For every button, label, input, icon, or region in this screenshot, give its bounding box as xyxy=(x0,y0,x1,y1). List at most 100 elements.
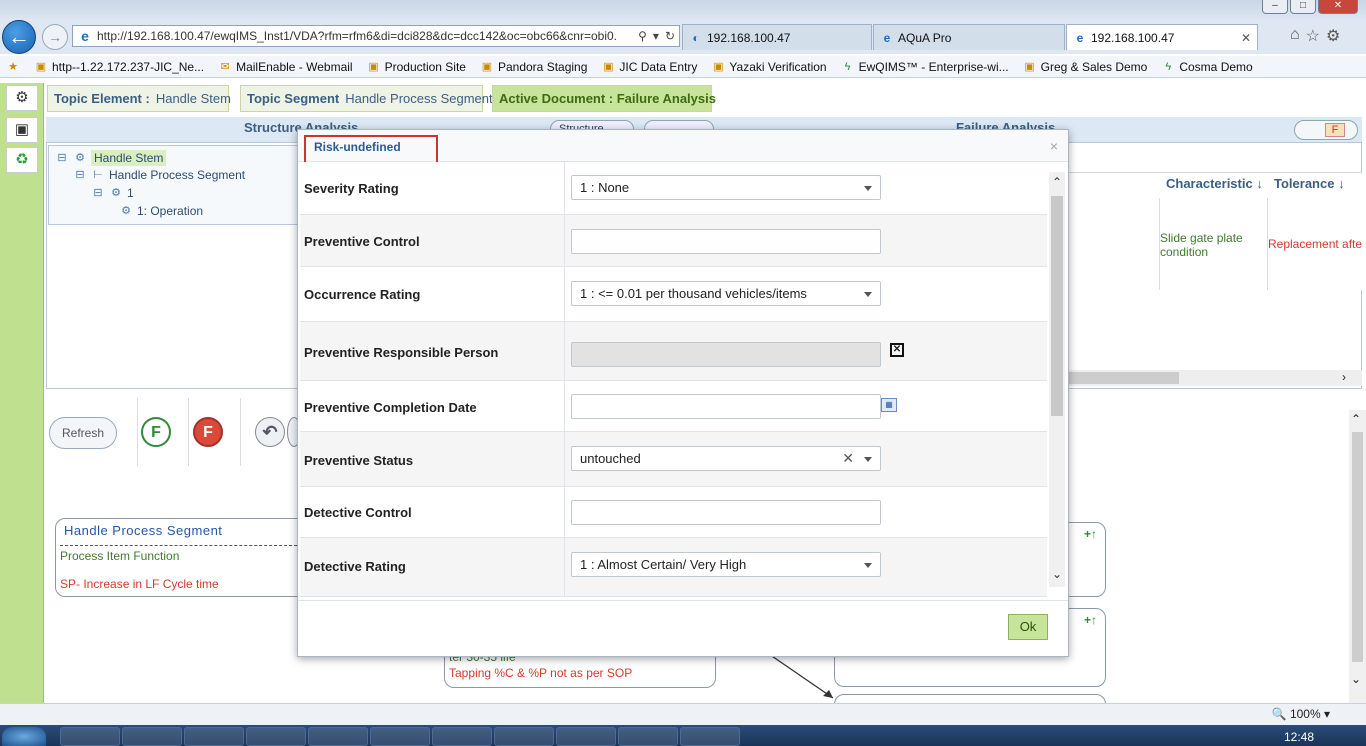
column-header-characteristic[interactable]: Characteristic ↓ xyxy=(1166,176,1263,191)
tools-gear-icon[interactable]: ⚙ xyxy=(1326,26,1340,46)
f-red-button[interactable]: F xyxy=(193,417,223,447)
scroll-up-icon[interactable]: ⌃ xyxy=(1351,412,1361,426)
start-button[interactable] xyxy=(2,727,46,746)
settings-gear-icon[interactable]: ⚙ xyxy=(6,85,38,111)
collapse-icon[interactable]: ⊟ xyxy=(55,151,69,165)
topic-element-label: Topic Element : xyxy=(54,91,150,106)
home-icon[interactable]: ⌂ xyxy=(1290,26,1300,46)
divider xyxy=(240,398,241,466)
monitor-icon[interactable]: ▣ xyxy=(6,117,38,143)
zoom-level[interactable]: 🔍 100% ▾ xyxy=(1272,707,1330,721)
favorite-link[interactable]: ▣ Pandora Staging xyxy=(480,60,588,74)
operation-icon: ⚙ xyxy=(121,205,131,217)
close-tab-icon[interactable]: ✕ xyxy=(1241,31,1251,45)
dialog-vertical-scrollbar[interactable]: ⌃ ⌄ xyxy=(1049,172,1065,587)
failure-toggle[interactable]: F xyxy=(1294,120,1358,140)
add-move-icon[interactable]: +↑ xyxy=(1084,613,1097,627)
severity-rating-select[interactable]: 1 : None xyxy=(571,175,881,200)
favorites-star-icon[interactable]: ☆ xyxy=(1306,26,1320,46)
page-vertical-scrollbar[interactable]: ⌃ ⌄ xyxy=(1349,410,1366,703)
dropdown-icon[interactable]: ▾ xyxy=(653,29,659,43)
recycle-icon[interactable]: ♻ xyxy=(6,147,38,173)
node-function: Process Item Function xyxy=(60,549,180,563)
back-button[interactable]: ← xyxy=(2,20,36,54)
detective-control-input[interactable] xyxy=(571,500,881,525)
close-icon[interactable]: × xyxy=(1050,138,1058,154)
column-header-tolerance[interactable]: Tolerance ↓ xyxy=(1274,176,1345,191)
clear-person-icon[interactable]: ✕ xyxy=(890,343,904,357)
taskbar-ie[interactable] xyxy=(122,727,182,746)
favorite-link[interactable]: ▣ JIC Data Entry xyxy=(601,60,697,74)
row-detective-control: Detective Control xyxy=(300,487,1047,538)
tab-label: AQuA Pro xyxy=(898,30,952,45)
taskbar-opera[interactable] xyxy=(308,727,368,746)
ie-icon: e xyxy=(81,28,89,44)
scroll-thumb[interactable] xyxy=(1051,196,1063,416)
taskbar-app[interactable] xyxy=(556,727,616,746)
preventive-status-select[interactable]: untouched ✕ xyxy=(571,446,881,471)
collapse-icon[interactable]: ⊟ xyxy=(73,168,87,182)
maximize-button[interactable]: □ xyxy=(1290,0,1316,14)
page-icon: ▣ xyxy=(35,60,47,73)
ewqims-icon: ϟ xyxy=(844,60,851,73)
browser-tab-3[interactable]: e 192.168.100.47 ✕ xyxy=(1066,24,1258,50)
favorite-link[interactable]: ▣ Yazaki Verification xyxy=(711,60,826,74)
address-bar[interactable]: e http://192.168.100.47/ewqIMS_Inst1/VDA… xyxy=(72,25,680,47)
left-rail: ⚙ ▣ ♻ xyxy=(0,83,44,703)
refresh-button[interactable]: Refresh xyxy=(49,417,117,449)
favorite-link[interactable]: ✉ MailEnable - Webmail xyxy=(218,60,352,74)
preventive-completion-date-input[interactable] xyxy=(571,394,881,419)
browser-tab-2[interactable]: e AQuA Pro xyxy=(873,24,1065,50)
taskbar-explorer[interactable] xyxy=(60,727,120,746)
horizontal-scrollbar[interactable]: › xyxy=(1067,370,1362,386)
undo-icon[interactable]: ↶ xyxy=(255,417,285,447)
field-label: Preventive Control xyxy=(304,234,420,249)
scroll-up-icon[interactable]: ⌃ xyxy=(1049,174,1065,190)
diagram-node-process-segment[interactable]: Handle Process Segment Process Item Func… xyxy=(55,518,307,597)
preventive-status-value: untouched xyxy=(580,451,641,466)
active-document[interactable]: Active Document : Failure Analysis xyxy=(492,85,716,112)
taskbar-app[interactable] xyxy=(370,727,430,746)
scroll-down-icon[interactable]: ⌄ xyxy=(1351,672,1361,686)
scroll-right-icon[interactable]: › xyxy=(1342,370,1346,384)
address-url[interactable]: http://192.168.100.47/ewqIMS_Inst1/VDA?r… xyxy=(97,29,634,43)
taskbar-app[interactable] xyxy=(680,727,740,746)
taskbar-app[interactable] xyxy=(494,727,554,746)
forward-button[interactable]: → xyxy=(42,24,68,50)
favorite-link[interactable]: ϟ Cosma Demo xyxy=(1161,60,1252,74)
scroll-down-icon[interactable]: ⌄ xyxy=(1049,566,1065,582)
favorite-link[interactable]: ▣ Greg & Sales Demo xyxy=(1023,60,1147,74)
preventive-control-input[interactable] xyxy=(571,229,881,254)
collapse-icon[interactable]: ⊟ xyxy=(91,186,105,200)
close-window-button[interactable]: ✕ xyxy=(1318,0,1358,14)
taskbar-firefox[interactable] xyxy=(246,727,306,746)
taskbar-skype[interactable] xyxy=(618,727,678,746)
ok-button[interactable]: Ok xyxy=(1008,614,1048,640)
calendar-icon[interactable]: ▦ xyxy=(881,398,897,412)
tree-node-process-segment[interactable]: ⊟ ⊢ Handle Process Segment xyxy=(73,168,245,182)
detective-rating-select[interactable]: 1 : Almost Certain/ Very High xyxy=(571,552,881,577)
f-green-button[interactable]: F xyxy=(141,417,171,447)
field-label: Preventive Completion Date xyxy=(304,400,477,415)
favorites-star-icon[interactable]: ★ xyxy=(6,60,20,74)
row-severity-rating: Severity Rating 1 : None xyxy=(300,162,1047,215)
divider xyxy=(188,398,189,466)
tree-node-1[interactable]: ⊟ ⚙ 1 xyxy=(91,186,133,200)
favorite-link[interactable]: ϟ EwQIMS™ - Enterprise-wi... xyxy=(841,60,1009,74)
occurrence-rating-select[interactable]: 1 : <= 0.01 per thousand vehicles/items xyxy=(571,281,881,306)
minimize-button[interactable]: – xyxy=(1262,0,1288,14)
taskbar-chrome[interactable] xyxy=(184,727,244,746)
favorite-link[interactable]: ▣ Production Site xyxy=(367,60,466,74)
scroll-thumb[interactable] xyxy=(1067,372,1179,384)
scroll-thumb[interactable] xyxy=(1352,432,1363,662)
search-icon[interactable]: ⚲ xyxy=(638,29,647,43)
taskbar-app[interactable] xyxy=(432,727,492,746)
add-move-icon[interactable]: +↑ xyxy=(1084,527,1097,541)
favorite-link[interactable]: ▣ http--1.22.172.237-JIC_Ne... xyxy=(34,60,204,74)
tree-node-operation[interactable]: ⚙ 1: Operation xyxy=(119,204,203,218)
tree-node-handle-stem[interactable]: ⊟ ⚙ Handle Stem xyxy=(55,150,167,166)
clear-icon[interactable]: ✕ xyxy=(842,447,854,470)
dialog-body: Severity Rating 1 : None Preventive Cont… xyxy=(300,162,1047,597)
refresh-icon[interactable]: ↻ xyxy=(665,29,675,43)
browser-tab-1[interactable]: ◐ 192.168.100.47 xyxy=(682,24,872,50)
